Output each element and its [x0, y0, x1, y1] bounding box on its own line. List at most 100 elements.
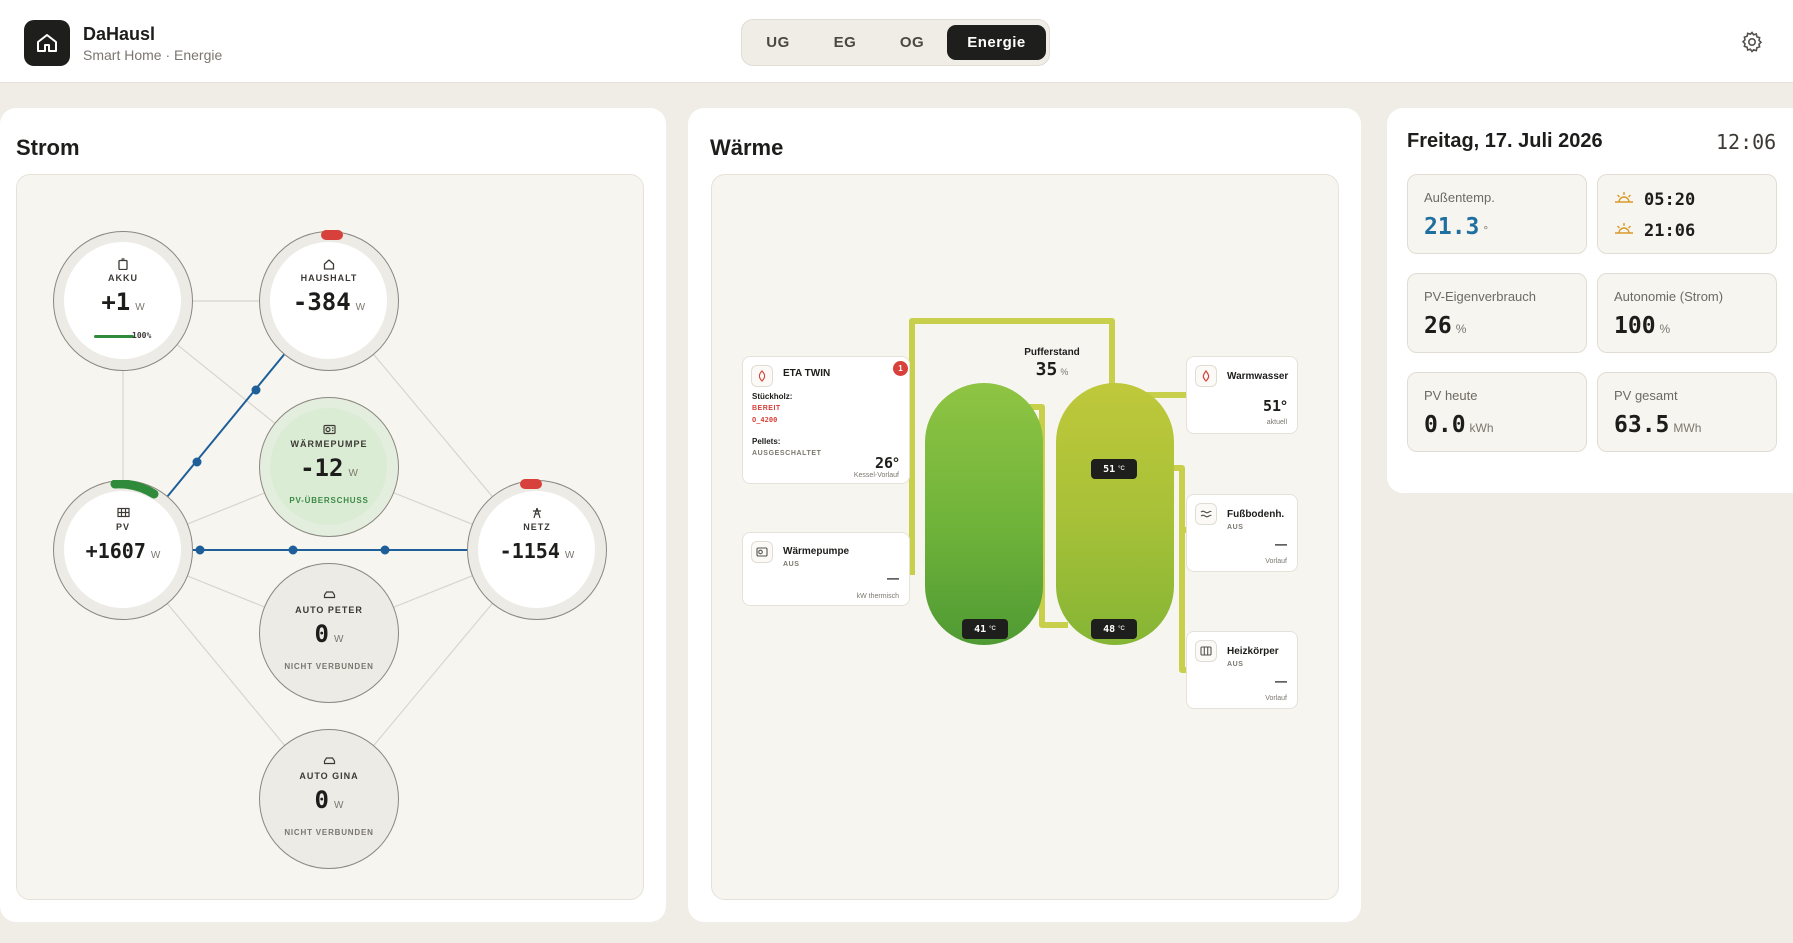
heat-pump-icon	[322, 424, 336, 435]
warmwasser-title: Warmwasser	[1227, 371, 1289, 382]
eta-alert-badge[interactable]: 1	[893, 361, 908, 376]
pv-value: +1607 W	[85, 539, 161, 563]
pv-gesamt-value: 63.5 MWh	[1614, 412, 1702, 438]
netz-label: NETZ	[523, 522, 551, 532]
flame-icon	[751, 365, 773, 387]
house-icon	[323, 259, 335, 270]
consumption-indicator	[321, 230, 343, 240]
info-card: Freitag, 17. Juli 2026 12:06 Außentemp. …	[1387, 108, 1793, 493]
flow-dot	[192, 457, 202, 467]
pufferstand-value: 35%	[1035, 359, 1069, 380]
node-waermepumpe[interactable]: WÄRMEPUMPE -12 W PV-ÜBERSCHUSS	[259, 397, 399, 537]
waermepumpe-label: WÄRMEPUMPE	[290, 439, 368, 449]
tab-og[interactable]: OG	[882, 25, 942, 60]
akku-soc: 100%	[132, 331, 152, 340]
auto-gina-value: 0W	[314, 786, 344, 814]
buffer-tank-right	[1056, 383, 1174, 645]
aussentemp-label: Außentemp.	[1424, 190, 1495, 205]
stat-autonomie: Autonomie (Strom) 100%	[1597, 273, 1777, 353]
battery-icon	[118, 258, 128, 270]
clock: 12:06	[1716, 130, 1777, 154]
stueckholz-label: Stückholz:	[752, 392, 793, 401]
auto-gina-label: AUTO GINA	[299, 771, 359, 781]
pv-label: PV	[115, 522, 130, 532]
tank-temp-left-bottom: 41 °C	[962, 619, 1008, 639]
top-bar: DaHausl Smart Home · Energie UG EG OG En…	[0, 0, 1793, 83]
car-icon	[323, 757, 335, 765]
pellets-state: AUSGESCHALTET	[752, 450, 822, 457]
flow-dot	[195, 545, 205, 555]
heizkoerper-box[interactable]: Heizkörper AUS — Vorlauf	[1186, 631, 1298, 709]
sunset-icon	[1615, 223, 1633, 234]
app-title: DaHausl	[83, 24, 156, 44]
eta-temp: 26°	[874, 454, 899, 472]
tab-energie[interactable]: Energie	[947, 25, 1046, 60]
strom-title: Strom	[16, 135, 80, 160]
car-icon	[323, 591, 335, 599]
heizkoerper-value: —	[1275, 674, 1287, 688]
heizkoerper-caption: Vorlauf	[1265, 695, 1287, 702]
akku-label: AKKU	[108, 273, 138, 283]
stat-sun-times: 05:20 21:06	[1597, 174, 1777, 254]
strom-flow-panel: AKKU +1 W 100% HAUSHALT -384 W WÄRMEPUMPE …	[16, 174, 644, 900]
solar-panel-icon	[116, 507, 130, 518]
eta-temp-caption: Kessel-Vorlauf	[853, 472, 899, 479]
pellets-label: Pellets:	[752, 437, 781, 446]
wp-value: —	[887, 571, 899, 585]
fussboden-value: —	[1275, 537, 1287, 551]
tank-temp-right-top: 51 °C	[1091, 459, 1137, 479]
autonomie-label: Autonomie (Strom)	[1614, 289, 1724, 304]
autonomie-value: 100%	[1614, 313, 1671, 339]
warmwasser-box[interactable]: Warmwasser 51° aktuell	[1186, 356, 1298, 434]
pv-heute-label: PV heute	[1424, 388, 1478, 403]
aussentemp-value: 21.3 °	[1424, 214, 1489, 240]
akku-value: +1 W	[101, 288, 145, 316]
sunrise-time: 05:20	[1644, 190, 1696, 210]
stat-pv-eigenverbrauch: PV-Eigenverbrauch 26%	[1407, 273, 1587, 353]
tab-ug[interactable]: UG	[748, 25, 808, 60]
heizkoerper-state: AUS	[1227, 661, 1244, 668]
water-drop-icon	[1195, 365, 1217, 387]
node-auto-gina[interactable]: AUTO GINA 0W NICHT VERBUNDEN	[259, 729, 399, 869]
home-icon	[37, 34, 57, 52]
gear-icon[interactable]	[1740, 30, 1764, 54]
pv-eigen-label: PV-Eigenverbrauch	[1424, 289, 1537, 304]
heizkoerper-title: Heizkörper	[1227, 646, 1279, 657]
buffer-tank-left	[925, 383, 1043, 645]
flow-dot	[380, 545, 390, 555]
waermepumpe-value: -12 W	[300, 454, 358, 482]
sunrise-icon	[1615, 192, 1633, 203]
node-akku[interactable]: AKKU +1 W 100%	[53, 231, 193, 371]
app-subtitle: Smart Home · Energie	[83, 47, 223, 63]
waermepumpe-status: PV-ÜBERSCHUSS	[289, 496, 369, 505]
fussboden-caption: Vorlauf	[1265, 558, 1287, 565]
stat-pv-heute: PV heute 0.0 kWh	[1407, 372, 1587, 452]
flow-dot	[251, 385, 261, 395]
pufferstand-label: Pufferstand	[1024, 347, 1080, 358]
stueckholz-state: BEREIT	[752, 405, 781, 412]
node-pv[interactable]: PV +1607 W	[53, 480, 193, 620]
waermepumpe-box[interactable]: Wärmepumpe AUS — kW thermisch	[742, 532, 910, 606]
flow-dot	[288, 545, 298, 555]
eta-twin-box[interactable]: ETA TWIN 1 Stückholz: BEREIT O_4200 Pell…	[742, 356, 910, 484]
node-netz[interactable]: NETZ -1154 W	[467, 479, 607, 620]
home-logo-button[interactable]	[24, 20, 70, 66]
floor-tabs: UG EG OG Energie	[741, 19, 1050, 66]
warmwasser-value: 51°	[1262, 397, 1287, 415]
node-auto-peter[interactable]: AUTO PETER 0W NICHT VERBUNDEN	[259, 563, 399, 703]
auto-peter-label: AUTO PETER	[295, 605, 363, 615]
waerme-card: Wärme 41°C 51°C 48°C Pufferstand 35%	[688, 108, 1361, 922]
tab-eg[interactable]: EG	[815, 25, 875, 60]
pv-heute-value: 0.0 kWh	[1424, 412, 1494, 438]
warmwasser-caption: aktuell	[1266, 419, 1287, 426]
node-haushalt[interactable]: HAUSHALT -384 W	[259, 230, 399, 371]
fussboden-title: Fußbodenh.	[1227, 509, 1285, 520]
wp-state: AUS	[783, 561, 800, 568]
tank-temp-right-bottom: 48 °C	[1091, 619, 1137, 639]
radiator-icon	[1195, 640, 1217, 662]
fussbodenheizung-box[interactable]: Fußbodenh. AUS — Vorlauf	[1186, 494, 1298, 572]
wp-caption: kW thermisch	[856, 593, 899, 600]
heat-pump-icon	[751, 541, 773, 563]
sunset-time: 21:06	[1644, 221, 1696, 241]
stat-pv-gesamt: PV gesamt 63.5 MWh	[1597, 372, 1777, 452]
